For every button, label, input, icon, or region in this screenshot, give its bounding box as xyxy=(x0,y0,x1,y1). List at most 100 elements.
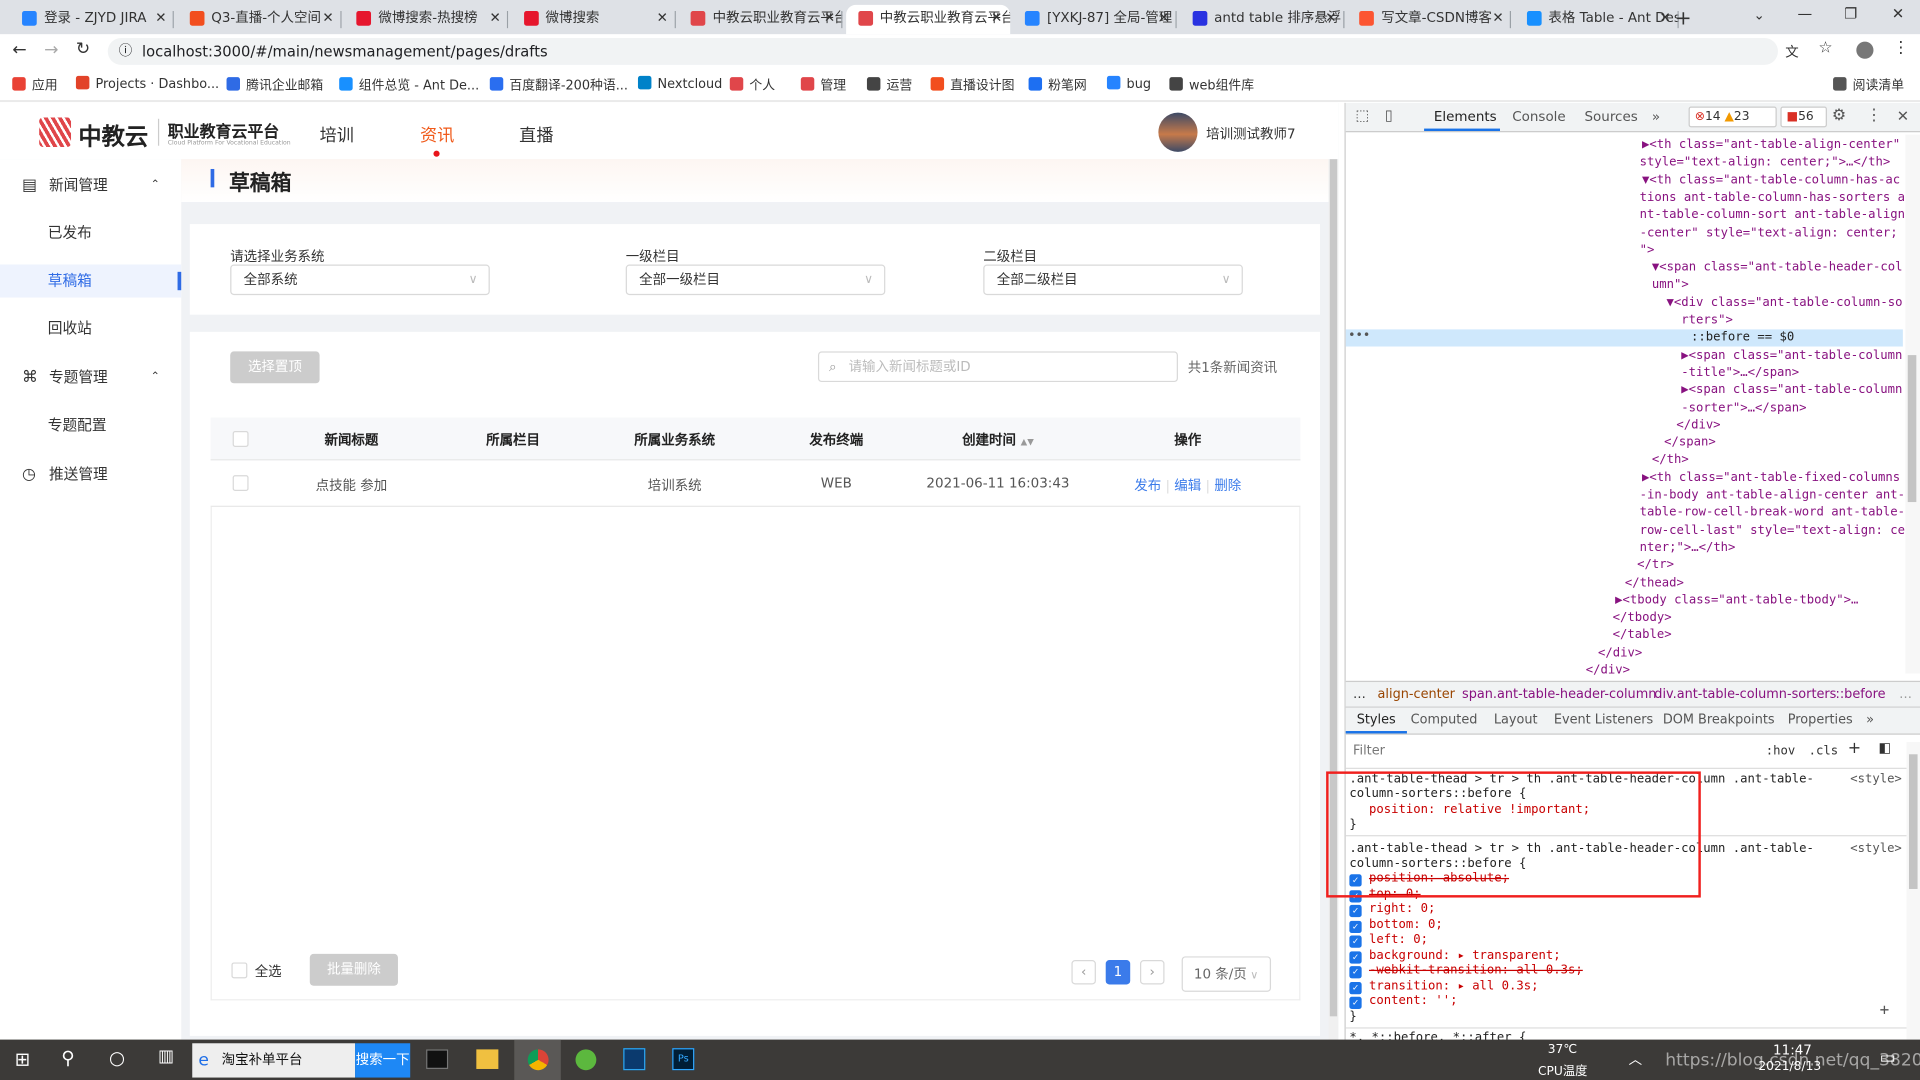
bookmark-item[interactable]: 管理 xyxy=(800,76,846,94)
dom-node-line[interactable]: -center" style="text-align: center; xyxy=(1640,225,1898,242)
dom-node-line[interactable]: </span> xyxy=(1664,435,1716,452)
dom-node-line[interactable]: style="text-align: center;">…</th> xyxy=(1640,155,1891,172)
browser-tab[interactable]: 登录 - ZJYD JIRA ✕ xyxy=(10,5,174,34)
next-page-button[interactable]: › xyxy=(1140,960,1165,985)
dom-node-line[interactable]: -title">…</span> xyxy=(1681,365,1799,382)
settings-gear-icon[interactable]: ⚙ xyxy=(1832,107,1846,125)
tab-close-icon[interactable]: ✕ xyxy=(991,5,1002,32)
sidebar-group-topics[interactable]: ⌘ 专题管理 ⌃ xyxy=(0,361,181,394)
inspect-icon[interactable]: ⬚ xyxy=(1356,107,1370,124)
level2-select[interactable]: 全部二级栏目 ∨ xyxy=(983,264,1243,296)
browser-tab[interactable]: 表格 Table - Ant Design✕ xyxy=(1514,5,1679,34)
select-all-checkbox[interactable] xyxy=(231,962,248,979)
browser-tab[interactable]: [YXKJ-87] 全局-管理 ✕ xyxy=(1013,5,1177,34)
task-view-icon[interactable]: ▥ xyxy=(158,1047,174,1067)
tab-close-icon[interactable]: ✕ xyxy=(322,5,333,32)
node-actions-icon[interactable]: ••• xyxy=(1348,329,1370,342)
browser-tab[interactable]: 微博搜索-热搜榜 ✕ xyxy=(344,5,509,34)
browser-tab[interactable]: 中教云职业教育云平台 ✕ xyxy=(845,4,1010,35)
tab-event-listeners[interactable]: Event Listeners xyxy=(1554,708,1653,732)
tab-elements[interactable]: Elements xyxy=(1434,109,1497,125)
dom-node-line[interactable]: </table> xyxy=(1613,627,1672,644)
select-all-rows-checkbox[interactable] xyxy=(232,431,249,447)
declaration-checkbox[interactable]: ✓ xyxy=(1349,950,1362,964)
cortana-icon[interactable]: ○ xyxy=(109,1047,125,1069)
tab-properties[interactable]: Properties xyxy=(1788,708,1853,732)
declaration-checkbox[interactable]: ✓ xyxy=(1349,904,1362,918)
bookmark-item[interactable]: 粉笔网 xyxy=(1028,76,1087,94)
menu-icon[interactable]: ⋮ xyxy=(1893,39,1909,57)
tab-close-icon[interactable]: ✕ xyxy=(824,5,835,32)
dom-node-line[interactable]: ▶<tbody class="ant-table-tbody">… xyxy=(1615,592,1858,609)
dom-node-line[interactable]: nter;">…</th> xyxy=(1640,540,1736,557)
bookmark-item[interactable]: 直播设计图 xyxy=(930,76,1014,94)
tab-close-icon[interactable]: ✕ xyxy=(657,5,668,32)
more-tabs-icon[interactable]: » xyxy=(1652,109,1660,125)
system-select[interactable]: 全部系统 ∨ xyxy=(230,264,490,296)
row-checkbox[interactable] xyxy=(232,475,249,492)
dom-node-line[interactable]: </thead> xyxy=(1625,575,1684,592)
browser-tab[interactable]: antd table 排序悬浮 ✕ xyxy=(1180,5,1344,34)
windows-start-icon[interactable]: ⊞ xyxy=(15,1048,30,1070)
issues-counter[interactable]: ■56 xyxy=(1780,106,1827,128)
nav-live[interactable]: 直播 xyxy=(519,122,553,146)
restore-icon[interactable]: ❐ xyxy=(1844,5,1857,22)
webstorm-icon[interactable] xyxy=(623,1048,646,1071)
dom-node-line[interactable]: tions ant-table-column-has-sorters a xyxy=(1640,190,1905,207)
tab-close-icon[interactable]: ✕ xyxy=(1325,5,1336,32)
rule-source-link[interactable]: <style> xyxy=(1850,773,1902,788)
minimize-icon[interactable]: — xyxy=(1798,5,1813,22)
file-explorer-icon[interactable] xyxy=(476,1049,499,1069)
tab-dom-breakpoints[interactable]: DOM Breakpoints xyxy=(1663,708,1775,732)
tab-sources[interactable]: Sources xyxy=(1584,109,1637,125)
breadcrumb-item[interactable]: align-center xyxy=(1378,682,1455,706)
declaration-checkbox[interactable]: ✓ xyxy=(1349,981,1362,994)
sidebar-group-news[interactable]: ▤ 新闻管理 ⌃ xyxy=(0,169,181,202)
tab-close-icon[interactable]: ✕ xyxy=(1158,5,1169,32)
terminal-icon[interactable] xyxy=(426,1049,449,1069)
bookmark-item[interactable]: web组件库 xyxy=(1169,76,1254,94)
sidebar-item-recycle[interactable]: 回收站 xyxy=(0,312,181,345)
bookmark-item[interactable]: Projects · Dashbo... xyxy=(75,75,219,92)
dom-node-line[interactable]: ▶<th class="ant-table-fixed-columns xyxy=(1642,470,1900,487)
dom-node-line[interactable]: ▶<span class="ant-table-column xyxy=(1681,382,1902,399)
bookmark-item[interactable]: 运营 xyxy=(866,76,912,94)
dom-node-line[interactable]: </div> xyxy=(1598,645,1642,662)
bookmark-item[interactable]: 应用 xyxy=(12,76,58,94)
browser-tab[interactable]: 写文章-CSDN博客 ✕ xyxy=(1347,5,1512,34)
profile-avatar-icon[interactable] xyxy=(1856,41,1874,59)
user-name[interactable]: 培训测试教师7 xyxy=(1206,124,1295,144)
breadcrumb-item[interactable]: ::before xyxy=(1836,682,1886,706)
taskbar-search-input[interactable]: e 淘宝补单平台 xyxy=(192,1043,356,1078)
rule-declaration[interactable]: ✓ bottom: 0; xyxy=(1349,918,1443,933)
rule-declaration[interactable]: ✓ content: ''; xyxy=(1349,994,1457,1009)
tab-console[interactable]: Console xyxy=(1512,109,1565,125)
dom-node-line[interactable]: ▶<span class="ant-table-column xyxy=(1681,347,1902,364)
nav-training[interactable]: 培训 xyxy=(320,122,354,146)
back-icon[interactable]: ← xyxy=(12,40,26,60)
tab-close-icon[interactable]: ✕ xyxy=(1660,5,1671,32)
forward-icon[interactable]: → xyxy=(44,40,58,60)
user-avatar[interactable] xyxy=(1158,112,1198,152)
elements-scrollbar[interactable] xyxy=(1905,134,1920,674)
sidebar-item-drafts[interactable]: 草稿箱 xyxy=(0,264,182,298)
sidebar-item-topic-config[interactable]: 专题配置 xyxy=(0,409,181,442)
search-icon[interactable]: ⚲ xyxy=(61,1047,74,1069)
col-created[interactable]: 创建时间 ▲▼ xyxy=(962,430,1034,450)
batch-delete-button[interactable]: 批量删除 xyxy=(309,953,398,986)
dom-node-line[interactable]: ▶<th class="ant-table-align-center" xyxy=(1642,137,1900,154)
tray-expand-icon[interactable]: ︿ xyxy=(1629,1049,1642,1069)
rule-source-link[interactable]: <style> xyxy=(1850,842,1902,857)
dom-node-line[interactable]: ▼<th class="ant-table-column-has-ac xyxy=(1642,172,1900,189)
dom-node-line[interactable]: </div> xyxy=(1676,417,1720,434)
page-scrollbar[interactable] xyxy=(1328,159,1339,1040)
search-input[interactable]: ⌕ 请输入新闻标题或ID xyxy=(817,351,1178,383)
tab-styles[interactable]: Styles xyxy=(1357,708,1396,732)
selected-node[interactable]: ::before == $0 xyxy=(1345,329,1903,347)
dom-node-line[interactable]: nt-table-column-sort ant-table-align xyxy=(1640,207,1905,224)
rule-declaration[interactable]: ✓ transition: ▸ all 0.3s; xyxy=(1349,979,1539,994)
dom-node-line[interactable]: "> xyxy=(1640,242,1655,259)
page-1-button[interactable]: 1 xyxy=(1105,960,1131,985)
page-size-select[interactable]: 10 条/页 ∨ xyxy=(1181,956,1272,992)
nav-news[interactable]: 资讯 xyxy=(420,122,454,146)
